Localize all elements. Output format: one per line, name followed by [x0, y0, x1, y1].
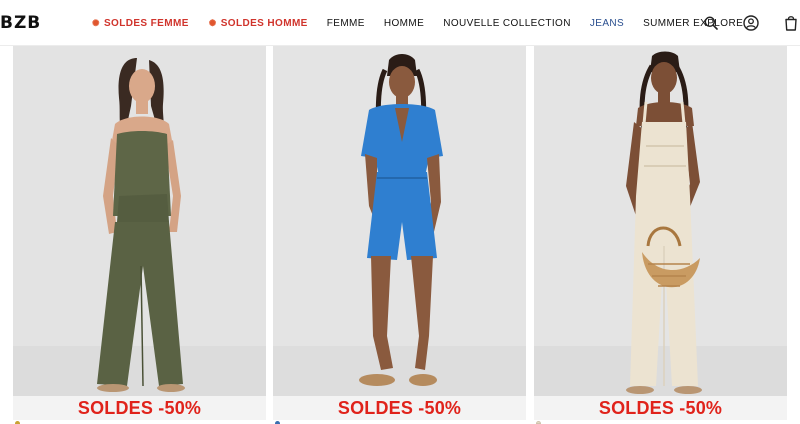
- account-icon[interactable]: [742, 14, 760, 32]
- product-card[interactable]: SOLDES -50%: [13, 46, 266, 424]
- sale-badge-text: SOLDES -50%: [337, 397, 462, 418]
- nav-item-soldes-homme[interactable]: ✺ SOLDES HOMME: [209, 18, 308, 29]
- cart-icon[interactable]: [782, 14, 800, 32]
- product-image[interactable]: [534, 46, 787, 396]
- brand-logo[interactable]: BZB: [0, 13, 41, 33]
- main-nav: ✺ SOLDES FEMME ✺ SOLDES HOMME FEMME HOMM…: [92, 0, 743, 46]
- product-image[interactable]: [273, 46, 526, 396]
- nav-item-label: SOLDES FEMME: [103, 17, 189, 29]
- nav-item-soldes-femme[interactable]: ✺ SOLDES FEMME: [92, 18, 189, 29]
- search-icon[interactable]: [702, 14, 720, 32]
- sale-badge-text: SOLDES -50%: [77, 397, 202, 418]
- product-image[interactable]: [13, 46, 266, 396]
- sale-badge: SOLDES -50%: [273, 396, 526, 420]
- nav-item-femme[interactable]: FEMME: [327, 18, 365, 29]
- nav-item-homme[interactable]: HOMME: [384, 18, 424, 29]
- nav-item-label: SOLDES HOMME: [220, 17, 308, 29]
- nav-item-jeans[interactable]: JEANS: [590, 18, 624, 29]
- fire-icon: ✺: [208, 18, 217, 28]
- sale-badge: SOLDES -50%: [13, 396, 266, 420]
- fire-icon: ✺: [92, 18, 100, 28]
- product-card[interactable]: SOLDES -50%: [273, 46, 526, 424]
- sale-badge: SOLDES -50%: [534, 396, 787, 420]
- header-actions: [702, 13, 800, 33]
- nav-item-nouvelle-collection[interactable]: NOUVELLE COLLECTION: [443, 18, 571, 29]
- product-card[interactable]: SOLDES -50%: [534, 46, 787, 424]
- site-header: BZB ✺ SOLDES FEMME ✺ SOLDES HOMME FEMME …: [0, 0, 800, 46]
- sale-badge-text: SOLDES -50%: [598, 397, 723, 418]
